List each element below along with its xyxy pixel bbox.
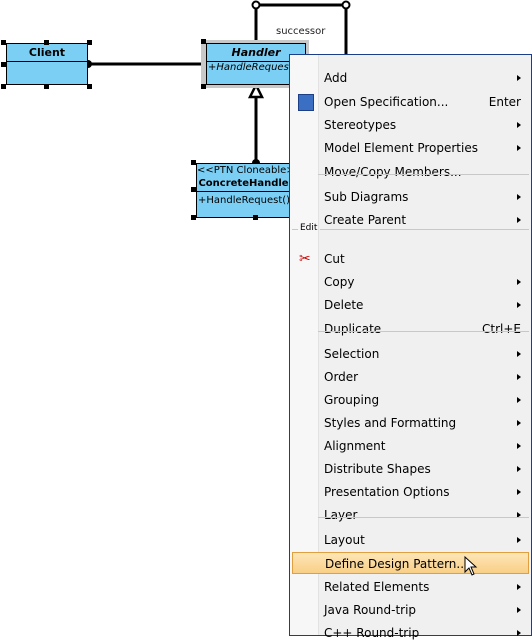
submenu-arrow-icon [517, 489, 521, 495]
menu-item-c-round-trip[interactable]: C++ Round-trip [292, 622, 529, 644]
menu-item-label: Add [324, 71, 348, 85]
menu-item-label: Move/Copy Members... [324, 165, 462, 179]
context-menu: Add Open Specification... Enter Stereotypes… [289, 54, 532, 640]
submenu-arrow-icon [517, 194, 521, 200]
menu-item-label: Layer [324, 508, 358, 522]
submenu-arrow-icon [517, 122, 521, 128]
menu-item-label: Cut [324, 252, 345, 266]
menu-item-presentation-options[interactable]: Presentation Options [292, 481, 529, 503]
menu-item-styles-and-formatting[interactable]: Styles and Formatting [292, 412, 529, 434]
submenu-arrow-icon [517, 75, 521, 81]
menu-item-label: Java Round-trip [324, 603, 417, 617]
shortcut: Enter [488, 95, 521, 109]
submenu-arrow-icon [517, 420, 521, 426]
menu-item-label: Layout [324, 533, 365, 547]
submenu-arrow-icon [517, 302, 521, 308]
menu-item-create-parent[interactable]: Create Parent [292, 209, 529, 231]
submenu-arrow-icon [517, 374, 521, 380]
menu-item-layout[interactable]: Layout [292, 529, 529, 551]
submenu-arrow-icon [517, 145, 521, 151]
menu-item-label: Duplicate [324, 322, 382, 336]
menu-item-related-elements[interactable]: Related Elements [292, 576, 529, 598]
menu-item-label: Sub Diagrams [324, 190, 409, 204]
menu-item-label: Copy [324, 275, 355, 289]
menu-item-label: Styles and Formatting [324, 416, 457, 430]
menu-item-sub-diagrams[interactable]: Sub Diagrams [292, 186, 529, 208]
menu-item-label: Order [324, 370, 359, 384]
class-name: ConcreteHandler [197, 177, 295, 192]
association-label: successor [276, 26, 326, 37]
menu-item-alignment[interactable]: Alignment [292, 435, 529, 457]
menu-item-label: Open Specification... [324, 95, 449, 109]
shortcut: Ctrl+E [482, 322, 521, 336]
stereotype: <<PTN Cloneable>> [197, 165, 295, 176]
menu-item-model-element-properties[interactable]: Model Element Properties [292, 137, 529, 159]
menu-item-label: Alignment [324, 439, 386, 453]
menu-separator [318, 174, 529, 175]
menu-item-stereotypes[interactable]: Stereotypes [292, 114, 529, 136]
menu-item-delete[interactable]: Delete [292, 294, 529, 316]
menu-item-label: Define Design Pattern... [325, 557, 468, 571]
menu-item-label: C++ Round-trip [324, 626, 420, 640]
menu-item-add[interactable]: Add [292, 67, 529, 89]
menu-item-label: Create Parent [324, 213, 407, 227]
menu-item-label: Model Element Properties [324, 141, 478, 155]
mouse-cursor-icon [464, 556, 478, 576]
menu-item-label: Delete [324, 298, 364, 312]
menu-item-distribute-shapes[interactable]: Distribute Shapes [292, 458, 529, 480]
menu-item-order[interactable]: Order [292, 366, 529, 388]
menu-item-label: Stereotypes [324, 118, 397, 132]
menu-item-label: Related Elements [324, 580, 430, 594]
menu-item-label: Presentation Options [324, 485, 450, 499]
menu-item-duplicate[interactable]: Duplicate Ctrl+E [292, 318, 529, 340]
class-client[interactable]: Client [6, 43, 88, 85]
menu-item-selection[interactable]: Selection [292, 343, 529, 365]
submenu-arrow-icon [517, 351, 521, 357]
menu-item-cut[interactable]: ✂ Cut [292, 248, 529, 270]
menu-item-copy[interactable]: Copy [292, 271, 529, 293]
submenu-arrow-icon [517, 217, 521, 223]
submenu-arrow-icon [517, 279, 521, 285]
menu-item-label: Grouping [324, 393, 380, 407]
menu-item-label: Distribute Shapes [324, 462, 431, 476]
menu-item-layer[interactable]: Layer [292, 504, 529, 526]
menu-item-move-copy-members[interactable]: Move/Copy Members... [292, 161, 529, 183]
submenu-arrow-icon [517, 397, 521, 403]
submenu-arrow-icon [517, 537, 521, 543]
menu-separator [318, 517, 529, 518]
submenu-arrow-icon [517, 607, 521, 613]
section-label-edit: Edit [300, 223, 318, 233]
menu-item-open-specification[interactable]: Open Specification... Enter [292, 91, 529, 113]
class-concrete-handler[interactable]: <<PTN Cloneable>> ConcreteHandler +Handl… [196, 163, 296, 218]
submenu-arrow-icon [517, 630, 521, 636]
menu-item-label: Selection [324, 347, 380, 361]
menu-item-java-round-trip[interactable]: Java Round-trip [292, 599, 529, 621]
operation: +HandleRequest() [198, 195, 291, 206]
specification-icon [298, 94, 314, 111]
scissors-icon: ✂ [299, 251, 311, 267]
submenu-arrow-icon [517, 584, 521, 590]
menu-item-define-design-pattern[interactable]: Define Design Pattern... [292, 552, 529, 574]
menu-separator [318, 331, 529, 332]
submenu-arrow-icon [517, 443, 521, 449]
menu-item-grouping[interactable]: Grouping [292, 389, 529, 411]
class-name: Client [7, 44, 87, 62]
submenu-arrow-icon [517, 466, 521, 472]
